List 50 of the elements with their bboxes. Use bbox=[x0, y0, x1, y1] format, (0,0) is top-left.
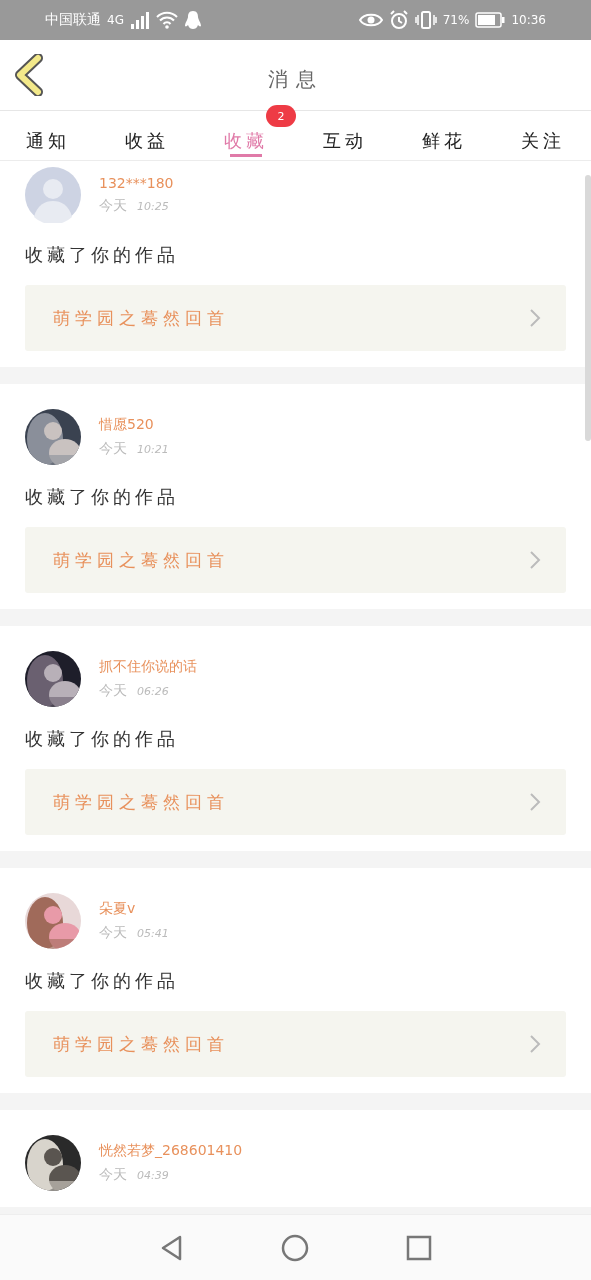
work-title: 萌学园之蓦然回首 bbox=[53, 790, 229, 814]
recents-square-icon[interactable] bbox=[405, 1233, 434, 1262]
count-badge: 2 bbox=[266, 105, 296, 127]
message-text: 收藏了你的作品 bbox=[25, 969, 180, 993]
chevron-right-icon bbox=[528, 549, 542, 571]
message-text: 收藏了你的作品 bbox=[25, 243, 180, 267]
time-label: 10:25 bbox=[137, 200, 169, 213]
chevron-right-icon bbox=[528, 1033, 542, 1055]
chevron-right-icon bbox=[528, 307, 542, 329]
tab[interactable]: 鲜花 bbox=[416, 111, 472, 160]
eye-icon bbox=[358, 12, 383, 28]
date-label: 今天 bbox=[99, 924, 127, 942]
work-title: 萌学园之蓦然回首 bbox=[53, 1032, 229, 1056]
home-circle-icon[interactable] bbox=[281, 1233, 310, 1262]
battery-percent: 71% bbox=[442, 13, 470, 27]
message-text: 收藏了你的作品 bbox=[25, 485, 180, 509]
signal-icon bbox=[129, 11, 150, 29]
work-title: 萌学园之蓦然回首 bbox=[53, 548, 229, 572]
back-chevron-icon bbox=[14, 54, 44, 96]
back-button[interactable] bbox=[14, 54, 44, 96]
time-label: 10:21 bbox=[137, 443, 169, 456]
page-title: 消息 bbox=[267, 65, 324, 93]
wifi-icon bbox=[155, 11, 178, 29]
date-label: 今天 bbox=[99, 197, 127, 215]
tab[interactable]: 关注 bbox=[515, 111, 571, 160]
network-label: 4G bbox=[107, 13, 124, 27]
default-avatar-icon bbox=[25, 167, 81, 223]
user-name: 抓不住你说的话 bbox=[99, 658, 197, 676]
time-label: 06:26 bbox=[137, 685, 169, 698]
tab[interactable]: 互动 bbox=[317, 111, 373, 160]
work-title: 萌学园之蓦然回首 bbox=[53, 306, 229, 330]
user-name: 惜愿520 bbox=[99, 416, 155, 434]
tab[interactable]: 收益 bbox=[119, 111, 175, 160]
time-label: 05:41 bbox=[137, 927, 169, 940]
date-label: 今天 bbox=[99, 1166, 127, 1184]
alarm-icon bbox=[388, 10, 409, 30]
user-name: 132***180 bbox=[99, 175, 174, 191]
message-text: 收藏了你的作品 bbox=[25, 727, 180, 751]
clock-label: 10:36 bbox=[511, 13, 546, 27]
battery-icon bbox=[475, 12, 506, 28]
time-label: 04:39 bbox=[137, 1169, 169, 1182]
date-label: 今天 bbox=[99, 682, 127, 700]
user-name: 恍然若梦_268601410 bbox=[99, 1142, 243, 1160]
tab[interactable]: 通知 bbox=[20, 111, 76, 160]
user-name: 朵夏v bbox=[99, 900, 137, 918]
carrier-label: 中国联通 bbox=[45, 11, 101, 29]
penguin-icon bbox=[183, 10, 202, 30]
date-label: 今天 bbox=[99, 440, 127, 458]
chevron-right-icon bbox=[528, 791, 542, 813]
vibrate-icon bbox=[414, 10, 437, 30]
